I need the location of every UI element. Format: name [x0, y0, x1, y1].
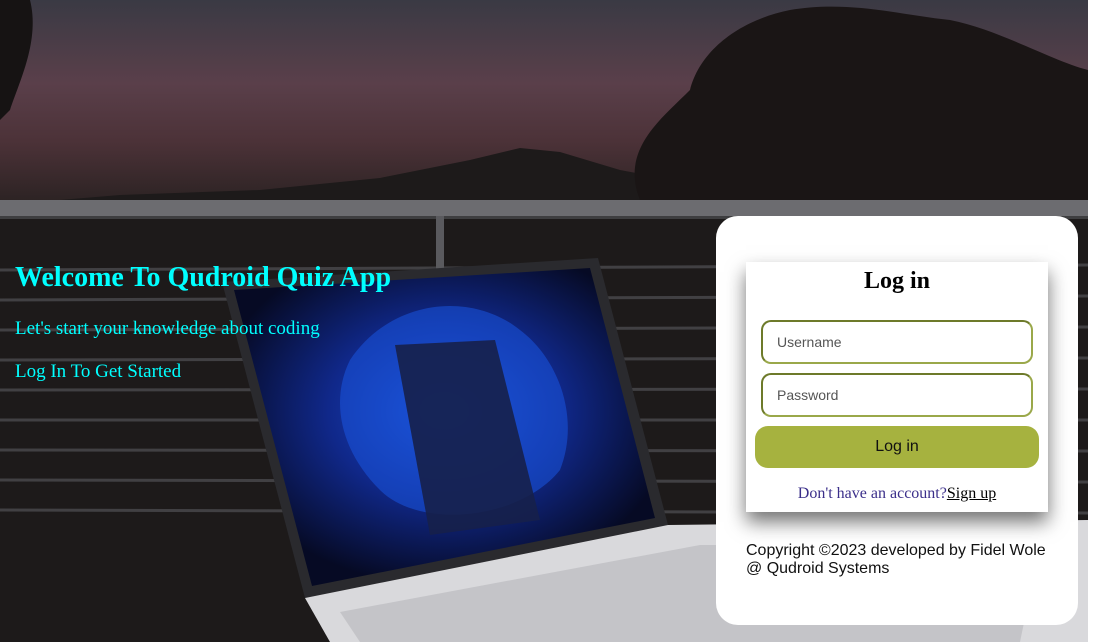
- signup-row: Don't have an account?Sign up: [746, 484, 1048, 504]
- welcome-heading: Welcome To Qudroid Quiz App: [15, 262, 392, 293]
- login-title: Log in: [863, 268, 931, 294]
- signup-link[interactable]: Sign up: [947, 485, 996, 502]
- password-input[interactable]: [761, 373, 1033, 417]
- username-input[interactable]: [761, 320, 1033, 364]
- page: Welcome To Qudroid Quiz App Let's start …: [0, 0, 1110, 642]
- welcome-subtitle: Let's start your knowledge about coding: [15, 318, 320, 339]
- welcome-section: Welcome To Qudroid Quiz App Let's start …: [15, 260, 395, 403]
- login-form: Log in Log in Don't have an account?Sign…: [746, 262, 1048, 512]
- login-button[interactable]: Log in: [755, 426, 1039, 468]
- signup-prompt: Don't have an account?: [797, 485, 947, 502]
- login-card: Log in Log in Don't have an account?Sign…: [716, 216, 1078, 625]
- welcome-cta-text: Log In To Get Started: [15, 361, 182, 382]
- copyright-text: Copyright ©2023 developed by Fidel Wole …: [746, 542, 1046, 577]
- scrollbar-track[interactable]: [1088, 0, 1110, 642]
